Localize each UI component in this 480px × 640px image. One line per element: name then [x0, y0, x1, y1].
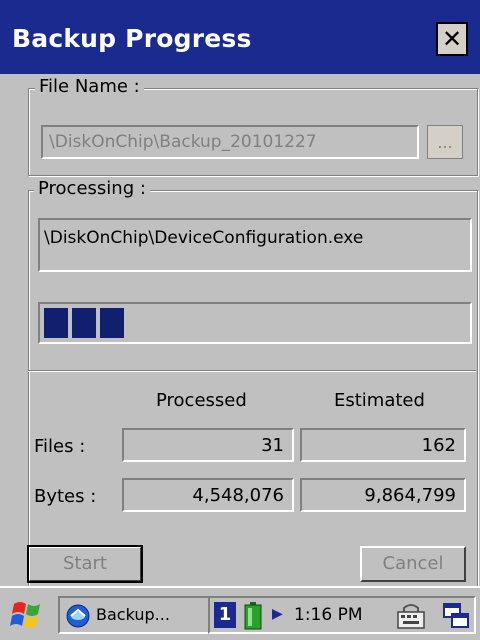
- files-label: Files :: [34, 436, 86, 457]
- file-name-field: \DiskOnChip\Backup_20101227: [41, 125, 419, 159]
- bytes-estimated-value: 9,864,799: [300, 478, 466, 512]
- progress-block: [44, 308, 68, 338]
- taskbar-backup-button[interactable]: Backup...: [58, 596, 210, 634]
- cancel-button[interactable]: Cancel: [360, 546, 466, 582]
- files-estimated-value: 162: [300, 428, 466, 462]
- progress-block: [72, 308, 96, 338]
- file-name-group: File Name : \DiskOnChip\Backup_20101227 …: [28, 76, 478, 176]
- window-title: Backup Progress: [12, 24, 252, 53]
- start-button[interactable]: Start: [27, 545, 143, 583]
- keyboard-icon[interactable]: [396, 602, 426, 630]
- browse-button: ...: [427, 125, 463, 159]
- bytes-label: Bytes :: [34, 486, 97, 507]
- title-bar: Backup Progress ✕: [0, 0, 480, 74]
- progress-fill: [44, 308, 466, 338]
- processed-header: Processed: [156, 390, 247, 411]
- close-button[interactable]: ✕: [436, 22, 468, 56]
- tray-arrow-icon[interactable]: ▶: [272, 606, 283, 622]
- battery-icon[interactable]: [244, 602, 262, 630]
- divider: [28, 370, 476, 372]
- files-processed-value: 31: [122, 428, 294, 462]
- close-icon: ✕: [441, 25, 463, 53]
- dialog-body: File Name : \DiskOnChip\Backup_20101227 …: [0, 74, 480, 617]
- file-name-label: File Name :: [35, 76, 144, 97]
- progress-block: [100, 308, 124, 338]
- clock[interactable]: 1:16 PM: [294, 605, 363, 625]
- estimated-header: Estimated: [334, 390, 425, 411]
- current-file-field: \DiskOnChip\DeviceConfiguration.exe: [38, 218, 472, 272]
- system-tray: 1 ▶ 1:16 PM: [208, 596, 476, 634]
- backup-app-icon: [66, 604, 90, 628]
- windows-flag-icon: [10, 602, 40, 628]
- taskbar-backup-label: Backup...: [96, 605, 170, 624]
- progress-bar: [38, 302, 472, 344]
- windows-switch-icon[interactable]: [442, 602, 470, 630]
- processing-label: Processing :: [34, 178, 150, 199]
- input-indicator[interactable]: 1: [214, 602, 236, 628]
- bytes-processed-value: 4,548,076: [122, 478, 294, 512]
- taskbar: Backup... 1 ▶ 1:16 PM: [0, 586, 480, 640]
- start-menu-button[interactable]: [8, 596, 52, 634]
